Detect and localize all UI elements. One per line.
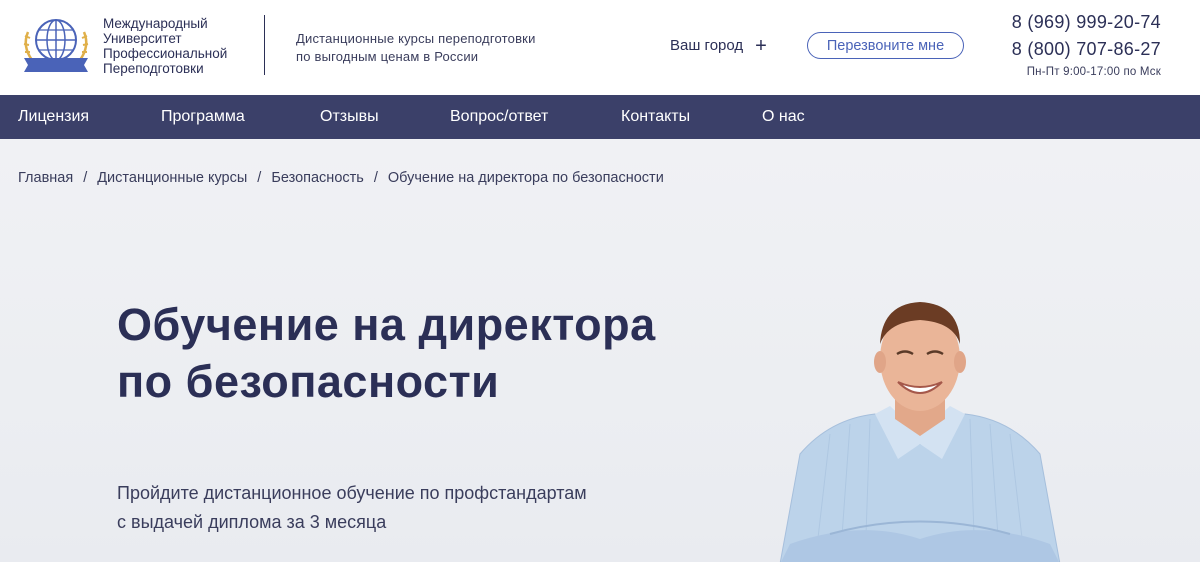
phone-number[interactable]: 8 (800) 707-86-27 [1012,36,1161,63]
tagline-line: по выгодным ценам в России [296,49,479,64]
contact-phones: 8 (969) 999-20-74 8 (800) 707-86-27 Пн-П… [1012,9,1161,78]
main-nav: Лицензия Программа Отзывы Вопрос/ответ К… [0,95,1200,139]
hero-subtitle: Пройдите дистанционное обучение по профс… [117,479,587,537]
page-title-line: Обучение на директора [117,299,656,350]
breadcrumb-separator: / [257,170,262,186]
plus-icon[interactable]: + [755,36,767,56]
nav-item-license[interactable]: Лицензия [18,108,89,126]
nav-item-program[interactable]: Программа [161,108,245,126]
university-name-line: Университет [103,31,182,46]
working-hours: Пн-Пт 9:00-17:00 по Мск [1026,66,1161,78]
breadcrumb-home[interactable]: Главная [18,170,73,186]
city-selector[interactable]: Ваш город + [670,36,767,56]
nav-item-about[interactable]: О нас [762,108,805,126]
breadcrumb-security[interactable]: Безопасность [271,170,364,186]
hero-section: Главная / Дистанционные курсы / Безопасн… [0,139,1200,562]
header-tagline: Дистанционные курсы переподготовки по вы… [296,30,536,66]
breadcrumb: Главная / Дистанционные курсы / Безопасн… [18,170,664,186]
breadcrumb-separator: / [373,170,378,186]
breadcrumb-distance-courses[interactable]: Дистанционные курсы [97,170,247,186]
nav-item-faq[interactable]: Вопрос/ответ [450,108,548,126]
page-title: Обучение на директора по безопасности [117,296,757,410]
university-name-line: Профессиональной [103,46,228,61]
phone-number[interactable]: 8 (969) 999-20-74 [1012,9,1161,36]
tagline-line: Дистанционные курсы переподготовки [296,31,536,46]
university-name-line: Международный [103,16,208,31]
city-label: Ваш город [670,37,744,54]
nav-item-reviews[interactable]: Отзывы [320,108,379,126]
university-name[interactable]: Международный Университет Профессиональн… [103,16,263,76]
university-name-line: Переподготовки [103,61,204,76]
header-divider [264,15,265,75]
site-header: Международный Университет Профессиональн… [0,0,1200,95]
nav-item-contacts[interactable]: Контакты [621,108,690,126]
breadcrumb-separator: / [83,170,88,186]
hero-person-image [779,302,1061,562]
page-title-line: по безопасности [117,356,500,407]
breadcrumb-current: Обучение на директора по безопасности [387,170,664,186]
hero-subtitle-line: с выдачей диплома за 3 месяца [117,512,387,532]
callback-button[interactable]: Перезвоните мне [807,32,964,59]
university-logo[interactable] [18,12,94,78]
hero-subtitle-line: Пройдите дистанционное обучение по профс… [117,483,587,503]
